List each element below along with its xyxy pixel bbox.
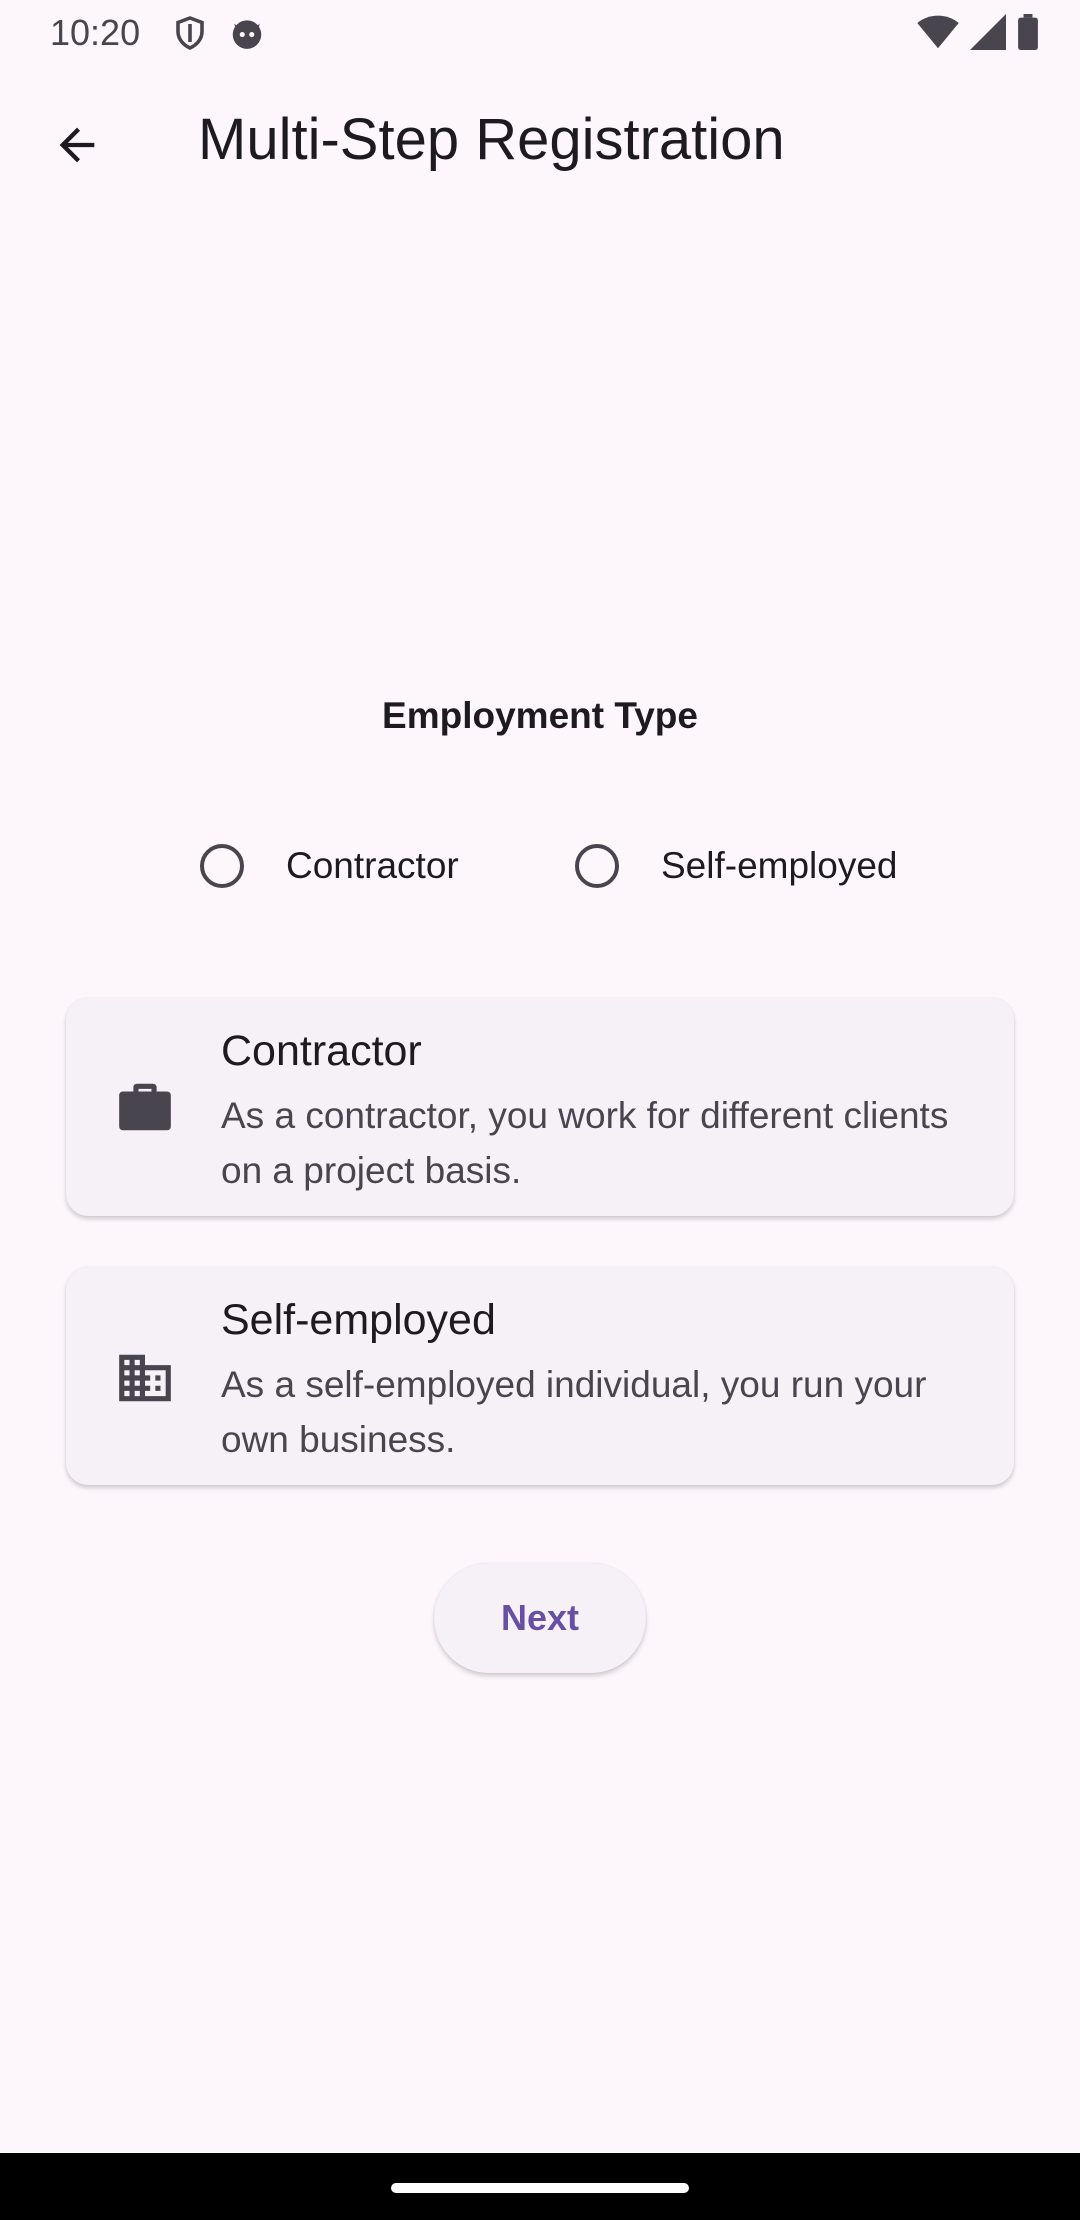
card-title: Self-employed — [221, 1296, 496, 1344]
battery-icon — [1016, 14, 1040, 50]
card-title: Contractor — [221, 1027, 422, 1075]
cat-face-icon — [228, 14, 266, 52]
radio-button-self-employed[interactable] — [575, 844, 619, 888]
radio-label-contractor: Contractor — [286, 845, 459, 886]
status-time: 10:20 — [50, 12, 141, 53]
page-title: Multi-Step Registration — [198, 107, 785, 172]
building-icon — [114, 1347, 176, 1409]
radio-option-contractor[interactable]: Contractor — [200, 838, 459, 894]
navigation-bar — [0, 2153, 1080, 2220]
arrow-back-icon — [51, 119, 103, 176]
cellular-signal-icon — [970, 14, 1006, 50]
status-left-icons — [172, 14, 266, 52]
home-indicator[interactable] — [391, 2183, 689, 2193]
app-bar: Multi-Step Registration — [0, 80, 1080, 204]
status-bar: 10:20 — [0, 0, 1080, 66]
next-button[interactable]: Next — [434, 1563, 646, 1673]
self-employed-card[interactable]: Self-employed As a self-employed individ… — [66, 1267, 1014, 1485]
employment-type-heading: Employment Type — [382, 695, 698, 736]
radio-option-self-employed[interactable]: Self-employed — [575, 838, 898, 894]
radio-label-self-employed: Self-employed — [661, 845, 898, 886]
radio-button-contractor[interactable] — [200, 844, 244, 888]
card-description: As a self-employed individual, you run y… — [221, 1364, 927, 1460]
briefcase-icon — [114, 1076, 176, 1138]
back-button[interactable] — [38, 108, 116, 186]
card-description: As a contractor, you work for different … — [221, 1095, 949, 1191]
contractor-card[interactable]: Contractor As a contractor, you work for… — [66, 998, 1014, 1216]
status-right-icons — [916, 14, 1040, 50]
shield-icon — [172, 14, 208, 52]
wifi-icon — [916, 14, 960, 50]
